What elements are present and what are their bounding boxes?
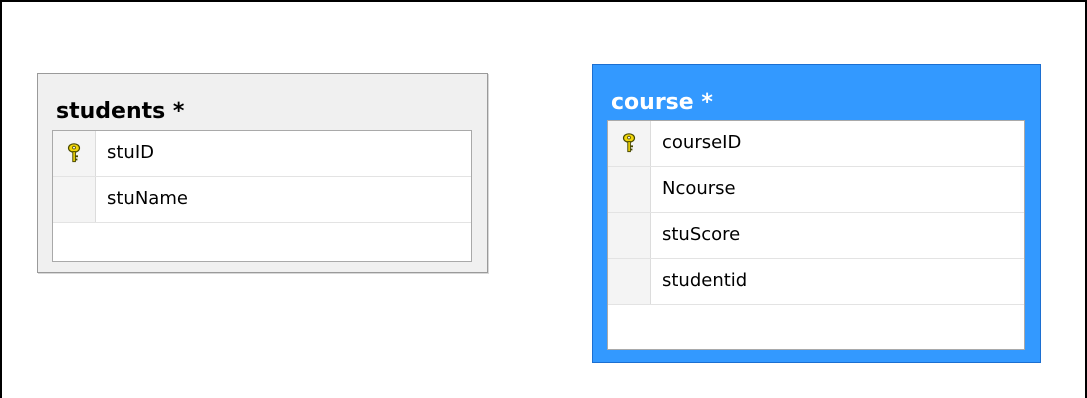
students-column-row[interactable]: stuID — [53, 131, 471, 177]
course-table[interactable]: course * courseID Ncourse stuScore stude… — [592, 64, 1041, 363]
column-name-stuname[interactable]: stuName — [107, 188, 188, 210]
course-column-row[interactable]: courseID — [608, 121, 1024, 167]
column-name-studentid[interactable]: studentid — [662, 270, 747, 292]
course-table-title[interactable]: course * — [611, 90, 713, 116]
students-table[interactable]: students * stuID stuName — [37, 73, 488, 273]
students-empty-row[interactable] — [53, 223, 471, 261]
row-selector[interactable] — [608, 213, 651, 258]
column-name-courseid[interactable]: courseID — [662, 132, 741, 154]
course-empty-row[interactable] — [608, 305, 1024, 349]
students-table-title[interactable]: students * — [56, 99, 184, 125]
students-column-row[interactable]: stuName — [53, 177, 471, 223]
column-name-stuid[interactable]: stuID — [107, 142, 154, 164]
column-name-ncourse[interactable]: Ncourse — [662, 178, 736, 200]
row-selector[interactable] — [53, 177, 96, 222]
diagram-canvas[interactable]: students * stuID stuName course * course… — [0, 0, 1087, 398]
course-columns-grid: courseID Ncourse stuScore studentid — [607, 120, 1025, 350]
primary-key-icon — [622, 133, 636, 153]
course-column-row[interactable]: Ncourse — [608, 167, 1024, 213]
row-selector[interactable] — [608, 121, 651, 166]
course-column-row[interactable]: stuScore — [608, 213, 1024, 259]
course-column-row[interactable]: studentid — [608, 259, 1024, 305]
row-selector[interactable] — [608, 167, 651, 212]
row-selector[interactable] — [608, 259, 651, 304]
primary-key-icon — [67, 143, 81, 163]
students-columns-grid: stuID stuName — [52, 130, 472, 262]
row-selector[interactable] — [53, 131, 96, 176]
column-name-stuscore[interactable]: stuScore — [662, 224, 740, 246]
